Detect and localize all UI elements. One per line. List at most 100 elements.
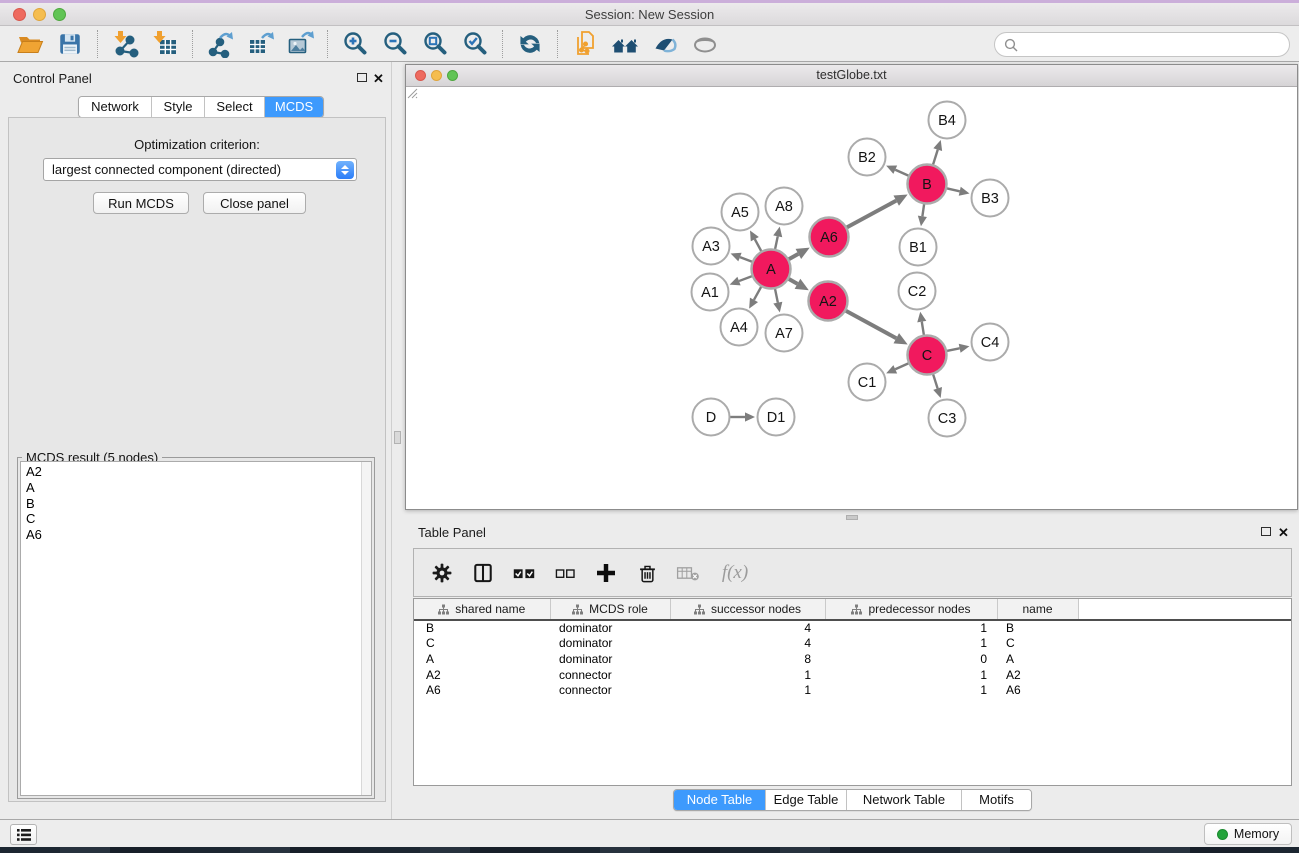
tab-network[interactable]: Network bbox=[79, 97, 151, 117]
column-header-name[interactable]: name bbox=[997, 599, 1078, 620]
search-field[interactable] bbox=[994, 32, 1290, 57]
float-panel-icon[interactable] bbox=[357, 73, 367, 82]
table-row[interactable]: A2connector11A2 bbox=[414, 667, 1291, 683]
zoom-fit-button[interactable] bbox=[415, 28, 455, 60]
graph-edge-A-A8[interactable] bbox=[775, 236, 778, 250]
zoom-selected-button[interactable] bbox=[455, 28, 495, 60]
graph-node-B1[interactable]: B1 bbox=[900, 229, 937, 266]
tab-node-table[interactable]: Node Table bbox=[674, 790, 765, 810]
graph-node-D[interactable]: D bbox=[693, 399, 730, 436]
graph-edge-C-C4[interactable] bbox=[946, 348, 960, 351]
graph-node-C[interactable]: C bbox=[908, 336, 947, 375]
memory-button[interactable]: Memory bbox=[1204, 823, 1292, 845]
import-table-button[interactable] bbox=[145, 28, 185, 60]
zoom-out-button[interactable] bbox=[375, 28, 415, 60]
resize-grip-icon[interactable] bbox=[406, 87, 418, 99]
show-columns-button[interactable] bbox=[467, 557, 499, 589]
task-history-button[interactable] bbox=[10, 824, 37, 845]
column-header-shared-name[interactable]: shared name bbox=[414, 599, 550, 620]
graph-node-C1[interactable]: C1 bbox=[849, 364, 886, 401]
graph-edge-C-C1[interactable] bbox=[895, 363, 909, 369]
column-header-mcds-role[interactable]: MCDS role bbox=[550, 599, 670, 620]
graph-node-A2[interactable]: A2 bbox=[809, 282, 848, 321]
graph-node-A5[interactable]: A5 bbox=[722, 194, 759, 231]
import-network-button[interactable] bbox=[105, 28, 145, 60]
delete-column-button[interactable] bbox=[631, 557, 663, 589]
select-all-columns-button[interactable] bbox=[508, 557, 540, 589]
save-session-button[interactable] bbox=[50, 28, 90, 60]
graph-edge-A-A3[interactable] bbox=[740, 257, 753, 262]
tab-edge-table[interactable]: Edge Table bbox=[765, 790, 846, 810]
table-row[interactable]: Bdominator41B bbox=[414, 620, 1291, 636]
close-table-panel-icon[interactable]: ✕ bbox=[1278, 528, 1289, 538]
graph-edge-A6-B[interactable] bbox=[846, 201, 896, 228]
graph-edge-A-A1[interactable] bbox=[739, 276, 753, 281]
mcds-result-item[interactable]: B bbox=[26, 496, 371, 512]
graph-node-C4[interactable]: C4 bbox=[972, 324, 1009, 361]
hide-details-button[interactable] bbox=[645, 28, 685, 60]
mcds-result-item[interactable]: A2 bbox=[26, 464, 371, 480]
graph-edge-C-C2[interactable] bbox=[922, 322, 924, 336]
zoom-in-button[interactable] bbox=[335, 28, 375, 60]
graph-node-A[interactable]: A bbox=[752, 250, 791, 289]
graph-edge-B-B1[interactable] bbox=[922, 203, 924, 216]
minimize-window-button[interactable] bbox=[33, 8, 46, 21]
close-panel-icon[interactable]: ✕ bbox=[373, 74, 384, 84]
float-table-panel-icon[interactable] bbox=[1261, 527, 1271, 536]
add-column-button[interactable] bbox=[590, 557, 622, 589]
graph-edge-A-A5[interactable] bbox=[755, 239, 762, 252]
graph-edge-A-A2[interactable] bbox=[788, 279, 797, 284]
show-details-button[interactable] bbox=[685, 28, 725, 60]
minimize-network-window-button[interactable] bbox=[431, 70, 442, 81]
zoom-network-window-button[interactable] bbox=[447, 70, 458, 81]
refresh-button[interactable] bbox=[510, 28, 550, 60]
graph-edge-B-B3[interactable] bbox=[946, 188, 960, 191]
graph-edge-A-A7[interactable] bbox=[775, 288, 778, 303]
clone-network-button[interactable] bbox=[565, 28, 605, 60]
run-mcds-button[interactable]: Run MCDS bbox=[93, 192, 189, 214]
column-header-predecessor-nodes[interactable]: predecessor nodes bbox=[825, 599, 997, 620]
table-settings-button[interactable] bbox=[426, 557, 458, 589]
close-network-window-button[interactable] bbox=[415, 70, 426, 81]
table-row[interactable]: A6connector11A6 bbox=[414, 682, 1291, 698]
graph-node-A6[interactable]: A6 bbox=[810, 218, 849, 257]
graph-edge-B-B2[interactable] bbox=[895, 170, 909, 176]
optimization-criterion-select[interactable]: largest connected component (directed) bbox=[43, 158, 357, 181]
column-header-successor-nodes[interactable]: successor nodes bbox=[670, 599, 825, 620]
table-panel-divider-handle[interactable] bbox=[846, 515, 858, 520]
export-table-button[interactable] bbox=[240, 28, 280, 60]
close-window-button[interactable] bbox=[13, 8, 26, 21]
graph-node-A7[interactable]: A7 bbox=[766, 315, 803, 352]
tab-select[interactable]: Select bbox=[204, 97, 264, 117]
export-image-button[interactable] bbox=[280, 28, 320, 60]
network-canvas[interactable]: B4B2BB3A8A5A6A3B1AA1C2A2A4A7C4CC1C3DD1 bbox=[406, 87, 1297, 509]
graph-edge-A-A6[interactable] bbox=[788, 254, 798, 260]
mcds-result-item[interactable]: A6 bbox=[26, 527, 371, 543]
graph-node-C3[interactable]: C3 bbox=[929, 400, 966, 437]
export-network-button[interactable] bbox=[200, 28, 240, 60]
search-input[interactable] bbox=[1023, 37, 1280, 52]
graph-node-A1[interactable]: A1 bbox=[692, 274, 729, 311]
graph-edge-C-C3[interactable] bbox=[933, 374, 938, 389]
mcds-result-item[interactable]: C bbox=[26, 511, 371, 527]
graph-node-B2[interactable]: B2 bbox=[849, 139, 886, 176]
graph-node-C2[interactable]: C2 bbox=[899, 273, 936, 310]
graph-node-B[interactable]: B bbox=[908, 165, 947, 204]
table-row[interactable]: Adominator80A bbox=[414, 651, 1291, 667]
panel-divider-handle[interactable] bbox=[394, 431, 401, 444]
graph-edge-A2-C[interactable] bbox=[845, 310, 896, 338]
graph-node-B4[interactable]: B4 bbox=[929, 102, 966, 139]
zoom-window-button[interactable] bbox=[53, 8, 66, 21]
graph-node-B3[interactable]: B3 bbox=[972, 180, 1009, 217]
graph-node-A3[interactable]: A3 bbox=[693, 228, 730, 265]
tab-network-table[interactable]: Network Table bbox=[846, 790, 961, 810]
graph-edge-A-A4[interactable] bbox=[754, 286, 762, 300]
tab-style[interactable]: Style bbox=[151, 97, 204, 117]
function-builder-button[interactable]: f(x) bbox=[713, 557, 757, 589]
close-panel-button[interactable]: Close panel bbox=[203, 192, 306, 214]
graph-node-D1[interactable]: D1 bbox=[758, 399, 795, 436]
graph-node-A4[interactable]: A4 bbox=[721, 309, 758, 346]
graph-edge-B-B4[interactable] bbox=[933, 150, 938, 166]
deselect-all-columns-button[interactable] bbox=[549, 557, 581, 589]
open-session-button[interactable] bbox=[10, 28, 50, 60]
